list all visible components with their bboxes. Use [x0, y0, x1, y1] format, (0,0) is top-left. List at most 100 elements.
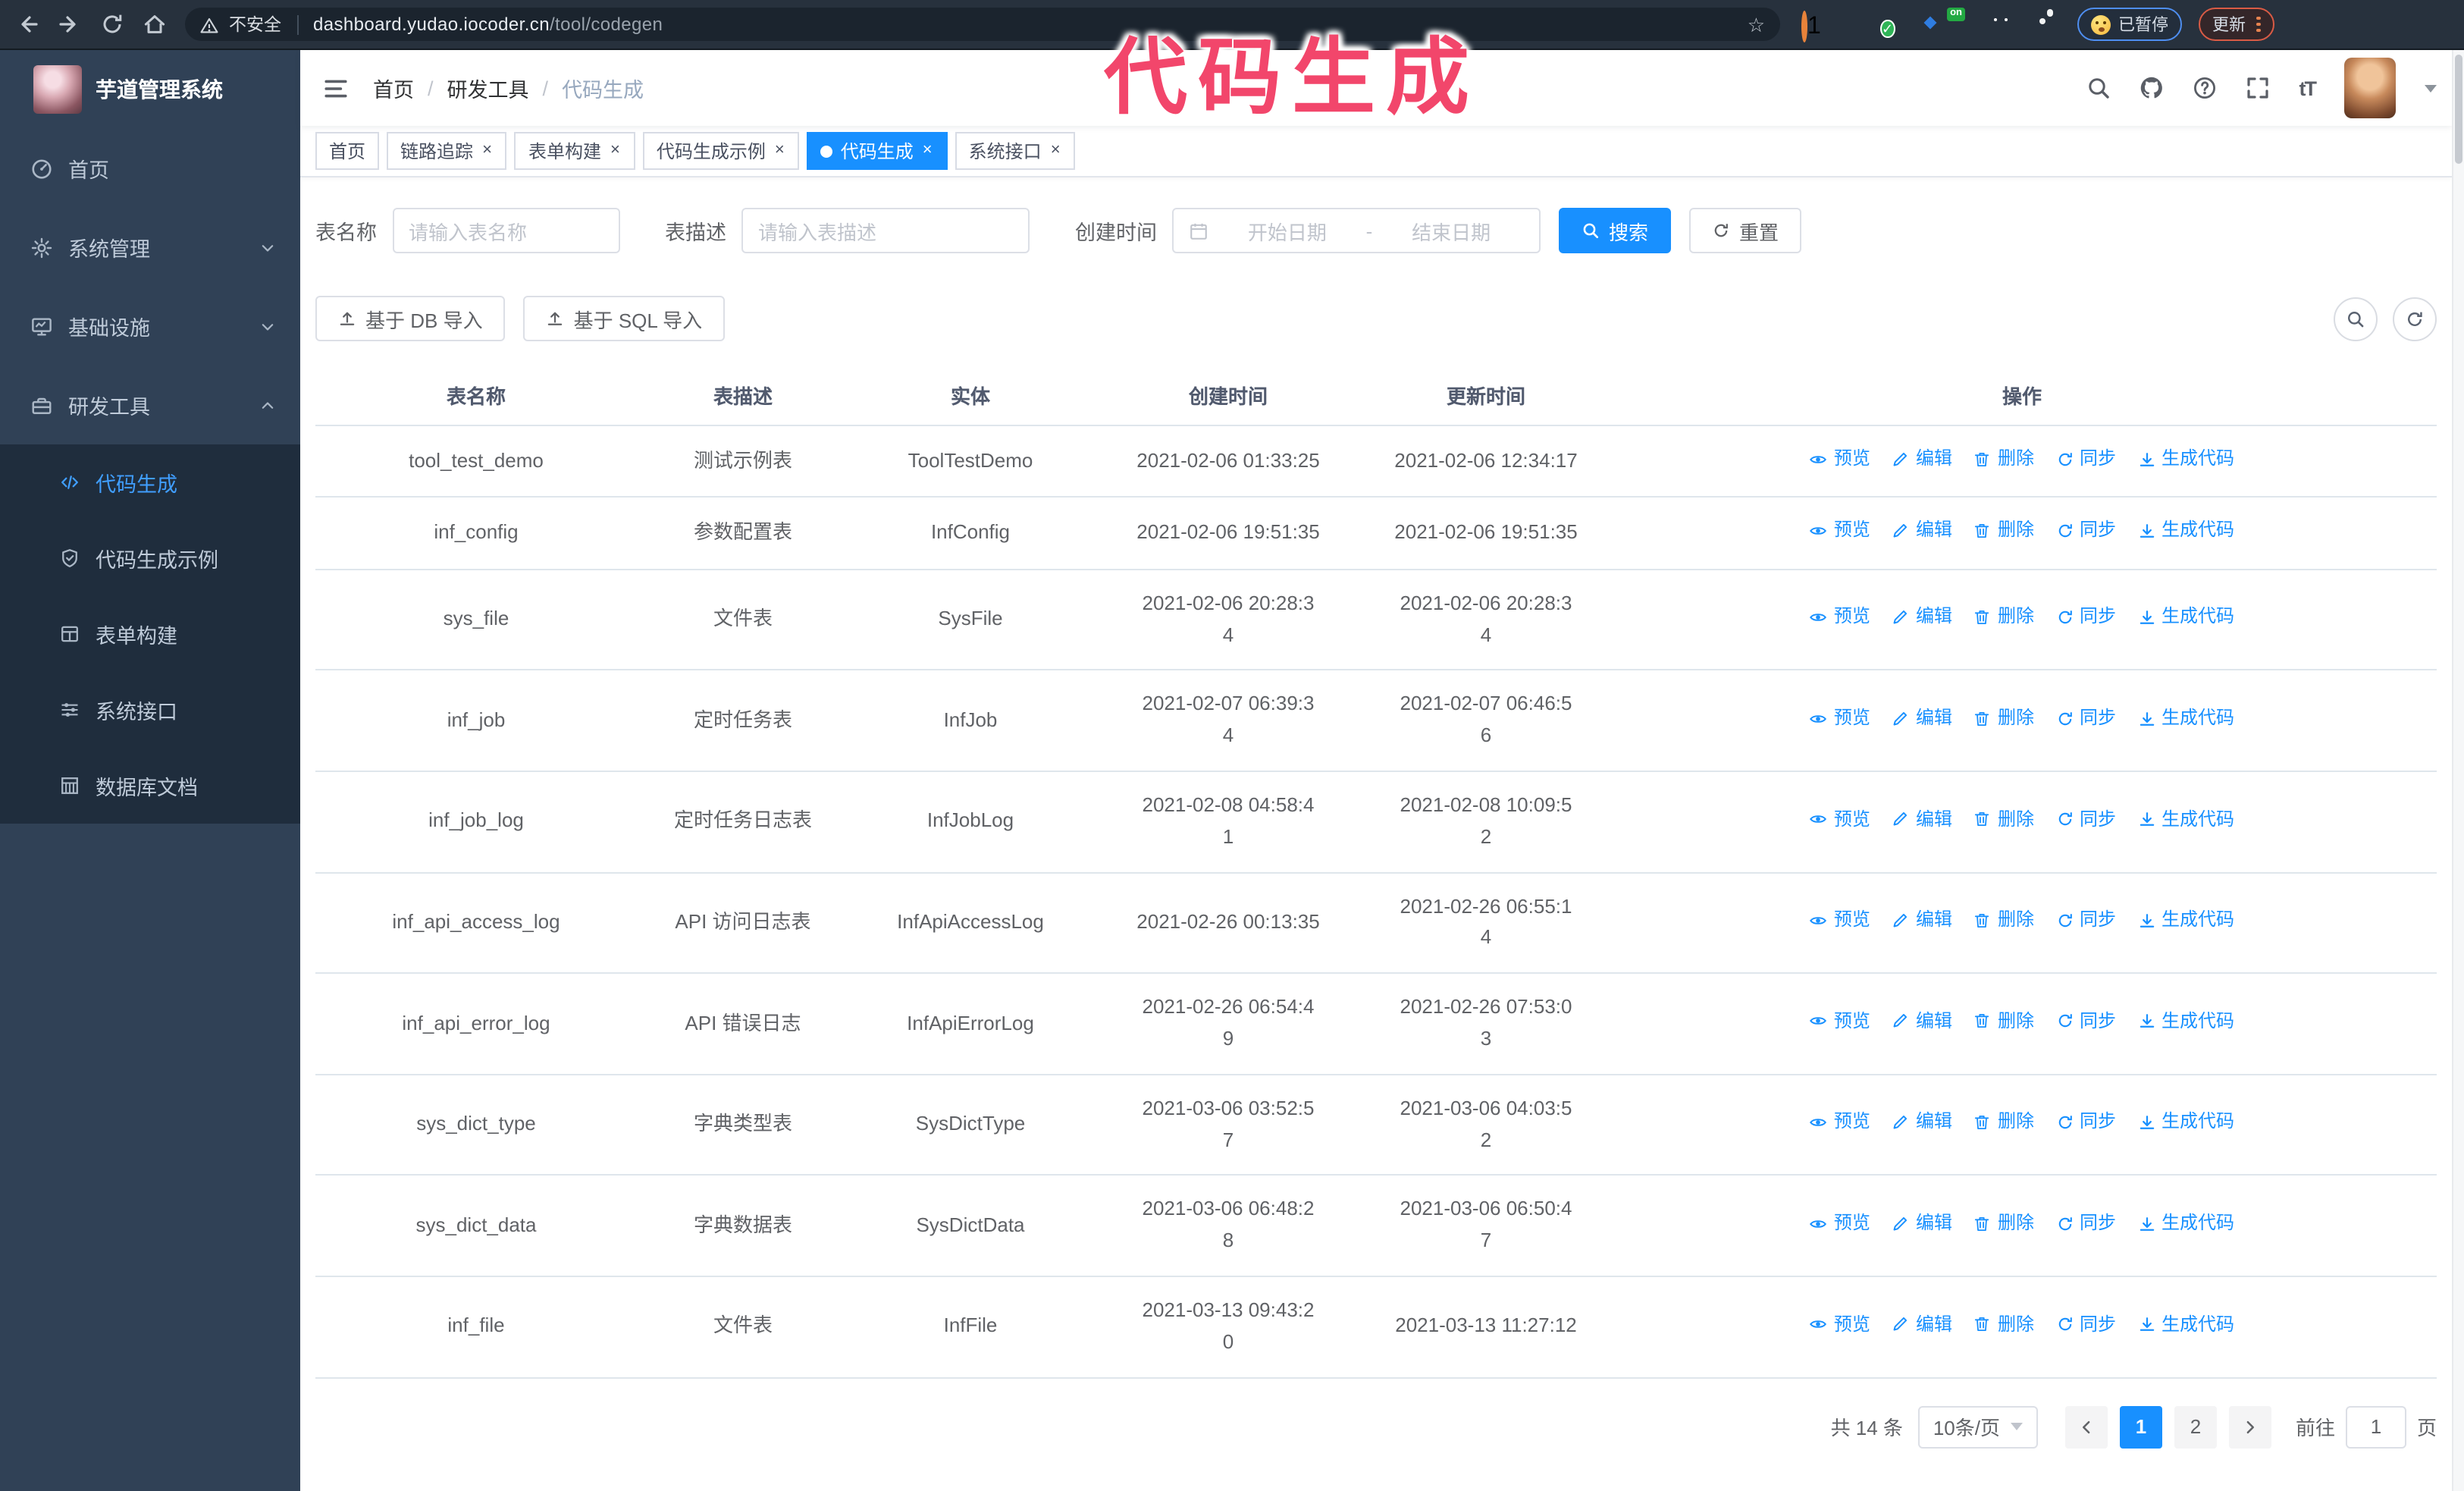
action-generate-link[interactable]: 生成代码	[2137, 906, 2234, 934]
action-delete-link[interactable]: 删除	[1973, 1209, 2034, 1238]
action-delete-link[interactable]: 删除	[1973, 444, 2034, 473]
action-preview-link[interactable]: 预览	[1810, 603, 1870, 632]
action-sync-link[interactable]: 同步	[2055, 805, 2116, 833]
tab-codegen-example[interactable]: 代码生成示例 ×	[642, 132, 800, 170]
github-icon[interactable]	[2140, 76, 2165, 100]
browser-refresh-icon[interactable]	[100, 12, 124, 36]
action-generate-link[interactable]: 生成代码	[2137, 1209, 2234, 1238]
action-sync-link[interactable]: 同步	[2055, 1209, 2116, 1238]
action-delete-link[interactable]: 删除	[1973, 516, 2034, 545]
refresh-table-button[interactable]	[2393, 297, 2437, 341]
bookmark-star-icon[interactable]: ☆	[1748, 14, 1765, 34]
security-warning-icon[interactable]	[200, 15, 218, 33]
tab-form-builder[interactable]: 表单构建 ×	[514, 132, 635, 170]
action-generate-link[interactable]: 生成代码	[2137, 805, 2234, 833]
sidebar-item-infra[interactable]: 基础设施	[0, 287, 300, 366]
action-preview-link[interactable]: 预览	[1810, 805, 1870, 833]
font-size-icon[interactable]: tT	[2299, 77, 2317, 99]
tab-codegen[interactable]: 代码生成 ×	[807, 132, 948, 170]
sidebar-item-system[interactable]: 系统管理	[0, 208, 300, 287]
action-sync-link[interactable]: 同步	[2055, 1310, 2116, 1339]
extension-grid-icon[interactable]	[1920, 13, 1942, 36]
help-icon[interactable]	[2193, 76, 2218, 100]
tab-close-icon[interactable]: ×	[481, 141, 494, 161]
security-label[interactable]: 不安全	[229, 12, 281, 36]
search-button[interactable]: 搜索	[1559, 208, 1672, 253]
extensions-puzzle-icon[interactable]	[2038, 13, 2061, 36]
action-edit-link[interactable]: 编辑	[1892, 1007, 1952, 1036]
action-preview-link[interactable]: 预览	[1810, 1007, 1870, 1036]
action-sync-link[interactable]: 同步	[2055, 444, 2116, 473]
extension-gem-icon[interactable]	[1841, 13, 1864, 36]
action-edit-link[interactable]: 编辑	[1892, 1209, 1952, 1238]
scrollbar-thumb[interactable]	[2455, 55, 2462, 164]
extension-check-icon[interactable]: ✓	[1880, 13, 1903, 37]
table-name-input[interactable]: 请输入表名称	[392, 208, 619, 253]
table-desc-input[interactable]: 请输入表描述	[741, 208, 1030, 253]
reset-button[interactable]: 重置	[1689, 208, 1802, 253]
browser-menu-icon[interactable]	[2256, 16, 2260, 33]
action-edit-link[interactable]: 编辑	[1892, 444, 1952, 473]
tab-close-icon[interactable]: ×	[921, 141, 934, 161]
browser-home-icon[interactable]	[143, 12, 167, 36]
action-delete-link[interactable]: 删除	[1973, 906, 2034, 934]
action-edit-link[interactable]: 编辑	[1892, 603, 1952, 632]
url-text[interactable]: dashboard.yudao.iocoder.cn/tool/codegen	[313, 14, 663, 35]
tab-close-icon[interactable]: ×	[1049, 141, 1062, 161]
browser-back-icon[interactable]	[15, 12, 39, 36]
action-delete-link[interactable]: 删除	[1973, 603, 2034, 632]
tab-system-api[interactable]: 系统接口 ×	[955, 132, 1076, 170]
action-generate-link[interactable]: 生成代码	[2137, 1108, 2234, 1137]
url-bar[interactable]: 不安全 dashboard.yudao.iocoder.cn/tool/code…	[185, 8, 1780, 41]
action-edit-link[interactable]: 编辑	[1892, 805, 1952, 833]
sidebar-logo[interactable]: 芋道管理系统	[0, 50, 300, 129]
action-generate-link[interactable]: 生成代码	[2137, 603, 2234, 632]
sidebar-item-devtools[interactable]: 研发工具	[0, 366, 300, 444]
action-preview-link[interactable]: 预览	[1810, 1108, 1870, 1137]
action-edit-link[interactable]: 编辑	[1892, 516, 1952, 545]
action-preview-link[interactable]: 预览	[1810, 1310, 1870, 1339]
sidebar-item-system-api[interactable]: 系统接口	[0, 672, 300, 748]
action-edit-link[interactable]: 编辑	[1892, 1310, 1952, 1339]
action-preview-link[interactable]: 预览	[1810, 704, 1870, 733]
action-edit-link[interactable]: 编辑	[1892, 704, 1952, 733]
action-generate-link[interactable]: 生成代码	[2137, 1310, 2234, 1339]
sidebar-item-form-builder[interactable]: 表单构建	[0, 596, 300, 672]
action-delete-link[interactable]: 删除	[1973, 704, 2034, 733]
profile-paused-pill[interactable]: 已暂停	[2077, 8, 2182, 41]
import-db-button[interactable]: 基于 DB 导入	[315, 296, 506, 341]
action-delete-link[interactable]: 删除	[1973, 805, 2034, 833]
next-page-button[interactable]	[2228, 1405, 2271, 1449]
action-edit-link[interactable]: 编辑	[1892, 1108, 1952, 1137]
search-icon[interactable]	[2087, 76, 2111, 100]
goto-page-input[interactable]	[2345, 1405, 2406, 1449]
fullscreen-icon[interactable]	[2246, 76, 2271, 100]
action-sync-link[interactable]: 同步	[2055, 704, 2116, 733]
action-sync-link[interactable]: 同步	[2055, 603, 2116, 632]
action-preview-link[interactable]: 预览	[1810, 516, 1870, 545]
page-size-select[interactable]: 10条/页	[1917, 1405, 2038, 1449]
action-preview-link[interactable]: 预览	[1810, 906, 1870, 934]
sidebar-item-codegen[interactable]: 代码生成	[0, 444, 300, 520]
browser-forward-icon[interactable]	[58, 12, 82, 36]
action-sync-link[interactable]: 同步	[2055, 906, 2116, 934]
import-sql-button[interactable]: 基于 SQL 导入	[523, 296, 726, 341]
sidebar-item-codegen-example[interactable]: 代码生成示例	[0, 520, 300, 596]
sidebar-item-home[interactable]: 首页	[0, 129, 300, 208]
page-button-1[interactable]: 1	[2119, 1405, 2162, 1449]
action-preview-link[interactable]: 预览	[1810, 1209, 1870, 1238]
action-generate-link[interactable]: 生成代码	[2137, 444, 2234, 473]
hamburger-icon[interactable]	[323, 75, 349, 101]
user-avatar[interactable]	[2344, 58, 2396, 118]
action-sync-link[interactable]: 同步	[2055, 516, 2116, 545]
breadcrumb-item[interactable]: 首页	[373, 73, 414, 103]
page-button-2[interactable]: 2	[2174, 1405, 2217, 1449]
tab-home[interactable]: 首页	[315, 132, 380, 170]
action-generate-link[interactable]: 生成代码	[2137, 704, 2234, 733]
avatar-caret-down-icon[interactable]	[2425, 84, 2437, 92]
action-generate-link[interactable]: 生成代码	[2137, 1007, 2234, 1036]
extension-robot-icon[interactable]	[1998, 13, 2021, 36]
browser-update-button[interactable]: 更新	[2199, 8, 2274, 41]
breadcrumb-item[interactable]: 研发工具	[447, 73, 529, 103]
action-generate-link[interactable]: 生成代码	[2137, 516, 2234, 545]
